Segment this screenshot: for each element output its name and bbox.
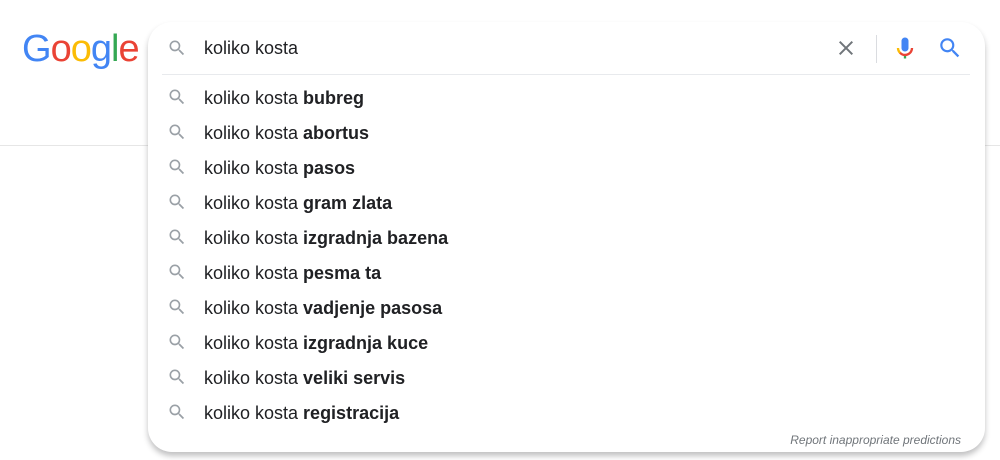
- search-icon: [940, 38, 960, 58]
- close-icon: [839, 41, 853, 55]
- search-panel: koliko kosta bubregkoliko kosta abortusk…: [148, 22, 985, 452]
- search-icon: [167, 227, 187, 247]
- suggestion-item[interactable]: koliko kosta izgradnja bazena: [148, 220, 985, 255]
- logo-letter: g: [90, 28, 112, 70]
- search-icon: [167, 402, 187, 422]
- suggestion-prefix: koliko kosta: [204, 368, 304, 388]
- suggestion-text: koliko kosta izgradnja kuce: [204, 332, 428, 354]
- logo-letter: o: [50, 28, 72, 70]
- suggestion-prefix: koliko kosta: [204, 193, 304, 213]
- logo-letter: l: [110, 28, 120, 70]
- google-logo[interactable]: Google: [22, 26, 140, 72]
- suggestion-completion: pesma ta: [303, 263, 382, 283]
- suggestion-completion: izgradnja kuce: [303, 333, 429, 353]
- logo-letter: e: [118, 28, 139, 70]
- divider: [876, 35, 877, 63]
- suggestion-text: koliko kosta izgradnja bazena: [204, 227, 448, 249]
- suggestion-text: koliko kosta pasos: [204, 157, 355, 179]
- suggestion-text: koliko kosta gram zlata: [204, 192, 392, 214]
- logo-letter: o: [70, 28, 92, 70]
- search-icon: [167, 38, 187, 58]
- suggestion-completion: registracija: [303, 403, 400, 423]
- search-icon: [167, 87, 187, 107]
- search-icon: [167, 367, 187, 387]
- suggestion-item[interactable]: koliko kosta abortus: [148, 115, 985, 150]
- clear-button[interactable]: [834, 36, 858, 60]
- mic-icon: [896, 37, 914, 59]
- suggestion-item[interactable]: koliko kosta veliki servis: [148, 360, 985, 395]
- report-predictions-link[interactable]: Report inappropriate predictions: [790, 433, 961, 447]
- search-icon: [167, 157, 187, 177]
- search-bar: [148, 22, 985, 74]
- suggestion-prefix: koliko kosta: [204, 333, 304, 353]
- suggestion-text: koliko kosta vadjenje pasosa: [204, 297, 442, 319]
- search-icon: [167, 262, 187, 282]
- suggestion-item[interactable]: koliko kosta registracija: [148, 395, 985, 430]
- search-icon: [167, 297, 187, 317]
- search-icon: [167, 332, 187, 352]
- suggestion-prefix: koliko kosta: [204, 158, 304, 178]
- suggestion-text: koliko kosta veliki servis: [204, 367, 405, 389]
- suggestion-item[interactable]: koliko kosta vadjenje pasosa: [148, 290, 985, 325]
- suggestion-item[interactable]: koliko kosta pesma ta: [148, 255, 985, 290]
- suggestion-text: koliko kosta pesma ta: [204, 262, 381, 284]
- suggestions-divider: [162, 74, 970, 75]
- search-icon: [167, 122, 187, 142]
- search-icon: [167, 192, 187, 212]
- suggestion-completion: izgradnja bazena: [303, 228, 449, 248]
- suggestion-item[interactable]: koliko kosta pasos: [148, 150, 985, 185]
- suggestion-completion: abortus: [303, 123, 370, 143]
- logo-letter: G: [22, 28, 52, 70]
- suggestion-completion: gram zlata: [303, 193, 393, 213]
- suggestion-item[interactable]: koliko kosta gram zlata: [148, 185, 985, 220]
- search-button[interactable]: [937, 35, 963, 61]
- suggestion-item[interactable]: koliko kosta bubreg: [148, 80, 985, 115]
- suggestion-prefix: koliko kosta: [204, 228, 304, 248]
- suggestion-prefix: koliko kosta: [204, 123, 304, 143]
- voice-search-button[interactable]: [891, 34, 919, 62]
- suggestion-completion: pasos: [303, 158, 356, 178]
- suggestion-completion: bubreg: [303, 88, 365, 108]
- suggestion-list: koliko kosta bubreg koliko kosta abortus k…: [148, 80, 985, 430]
- suggestion-prefix: koliko kosta: [204, 88, 304, 108]
- suggestion-item[interactable]: koliko kosta izgradnja kuce: [148, 325, 985, 360]
- suggestion-text: koliko kosta registracija: [204, 402, 399, 424]
- suggestion-text: koliko kosta bubreg: [204, 87, 364, 109]
- search-input[interactable]: [204, 35, 804, 61]
- suggestion-prefix: koliko kosta: [204, 298, 304, 318]
- suggestion-completion: veliki servis: [303, 368, 406, 388]
- suggestion-text: koliko kosta abortus: [204, 122, 369, 144]
- suggestion-prefix: koliko kosta: [204, 263, 304, 283]
- suggestion-completion: vadjenje pasosa: [303, 298, 443, 318]
- suggestion-prefix: koliko kosta: [204, 403, 304, 423]
